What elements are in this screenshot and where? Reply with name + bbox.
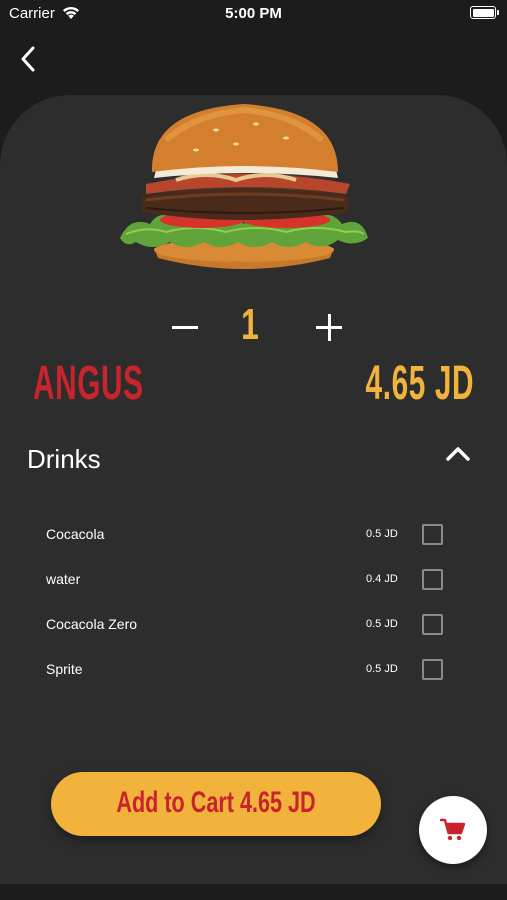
plus-icon[interactable]	[309, 304, 349, 350]
drink-name: Cocacola Zero	[46, 616, 138, 632]
minus-icon[interactable]	[165, 304, 205, 350]
back-arrow-icon	[21, 46, 35, 72]
battery-icon	[470, 6, 499, 19]
product-price: 4.65 JD	[365, 357, 474, 410]
list-item: water 0.4 JD	[0, 557, 507, 602]
shopping-cart-icon	[440, 818, 466, 841]
clock: 5:00 PM	[225, 5, 282, 22]
product-name: ANGUS	[33, 357, 144, 410]
section-title: Drinks	[27, 444, 101, 474]
drink-name: Cocacola	[46, 526, 105, 542]
bottom-bar	[0, 884, 507, 900]
drink-name: water	[46, 571, 81, 587]
back-button[interactable]	[12, 42, 46, 76]
cart-button[interactable]	[419, 796, 487, 864]
drink-name: Sprite	[46, 661, 83, 677]
status-bar: Carrier 5:00 PM	[0, 0, 507, 30]
drink-checkbox[interactable]	[422, 524, 443, 545]
quantity-value: 1	[241, 300, 259, 349]
drink-price: 0.5 JD	[366, 663, 398, 675]
drink-checkbox[interactable]	[422, 659, 443, 680]
drink-price: 0.5 JD	[366, 618, 398, 630]
list-item: Cocacola Zero 0.5 JD	[0, 602, 507, 647]
add-to-cart-button[interactable]: Add to Cart 4.65 JD	[51, 772, 381, 836]
add-to-cart-label: Add to Cart 4.65 JD	[116, 786, 316, 819]
drink-price: 0.5 JD	[366, 528, 398, 540]
product-image	[120, 104, 368, 269]
drink-price: 0.4 JD	[366, 573, 398, 585]
list-item: Sprite 0.5 JD	[0, 647, 507, 692]
drink-checkbox[interactable]	[422, 569, 443, 590]
chevron-up-icon[interactable]	[443, 442, 473, 464]
drink-checkbox[interactable]	[422, 614, 443, 635]
list-item: Cocacola 0.5 JD	[0, 512, 507, 557]
quantity-selector: 1	[0, 300, 507, 356]
drinks-section-header[interactable]: Drinks	[0, 432, 507, 488]
